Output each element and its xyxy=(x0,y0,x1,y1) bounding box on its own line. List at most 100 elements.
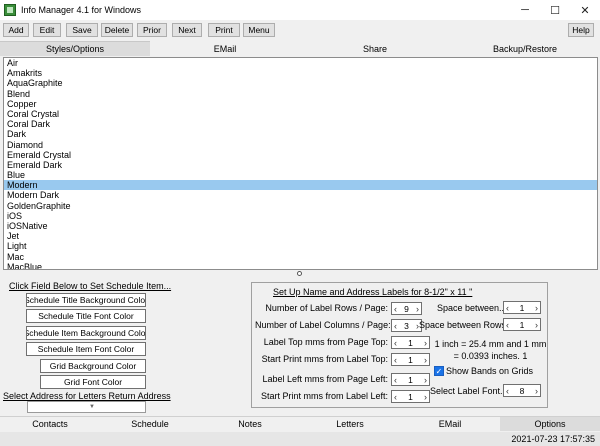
list-item[interactable]: MacBlue xyxy=(4,262,597,269)
tab-options[interactable]: Options xyxy=(500,417,600,431)
list-item[interactable]: Blue xyxy=(4,170,597,180)
label-font-label[interactable]: Select Label Font... xyxy=(430,386,508,396)
return-address-select[interactable]: ▼ xyxy=(27,401,146,413)
next-button[interactable]: Next xyxy=(172,23,202,37)
chevron-left-icon[interactable]: ‹ xyxy=(394,321,397,331)
main-tabs: Contacts Schedule Notes Letters EMail Op… xyxy=(0,416,600,431)
chevron-left-icon[interactable]: ‹ xyxy=(394,355,397,365)
chevron-right-icon[interactable]: › xyxy=(424,355,427,365)
tab-styles-options[interactable]: Styles/Options xyxy=(0,41,150,56)
window-title: Info Manager 4.1 for Windows xyxy=(21,5,142,15)
chevron-right-icon[interactable]: › xyxy=(416,304,419,314)
window-controls: ─ ☐ ✕ xyxy=(510,0,600,20)
schedule-item-font-color-button[interactable]: Schedule Item Font Color xyxy=(26,342,146,356)
tab-schedule[interactable]: Schedule xyxy=(100,417,200,431)
schedule-item-link[interactable]: Click Field Below to Set Schedule Item..… xyxy=(9,281,171,291)
prior-button[interactable]: Prior xyxy=(137,23,167,37)
status-datetime: 2021-07-23 17:57:35 xyxy=(511,434,595,444)
chevron-right-icon[interactable]: › xyxy=(424,375,427,385)
list-item[interactable]: Light xyxy=(4,241,597,251)
status-bar: 2021-07-23 17:57:35 xyxy=(0,432,600,446)
tab-notes[interactable]: Notes xyxy=(200,417,300,431)
tab-letters[interactable]: Letters xyxy=(300,417,400,431)
minimize-icon[interactable]: ─ xyxy=(510,0,540,20)
tab-share[interactable]: Share xyxy=(300,41,450,56)
list-item[interactable]: Emerald Crystal xyxy=(4,150,597,160)
list-item[interactable]: Coral Dark xyxy=(4,119,597,129)
schedule-item-bg-color-button[interactable]: Schedule Item Background Color xyxy=(26,326,146,340)
chevron-left-icon[interactable]: ‹ xyxy=(394,375,397,385)
list-item[interactable]: AquaGraphite xyxy=(4,78,597,88)
chevron-right-icon[interactable]: › xyxy=(535,320,538,330)
list-item[interactable]: Modern Dark xyxy=(4,190,597,200)
label-font-value: 8 xyxy=(519,385,525,396)
show-bands-checkbox[interactable]: ✓ xyxy=(434,366,444,376)
list-item[interactable]: iOS xyxy=(4,211,597,221)
space-rows-stepper[interactable]: ‹ 1 › xyxy=(503,318,541,331)
labels-setup-title[interactable]: Set Up Name and Address Labels for 8-1/2… xyxy=(273,287,472,297)
return-address-link[interactable]: Select Address for Letters Return Addres… xyxy=(3,391,171,401)
start-print-top-value: 1 xyxy=(408,354,413,365)
label-rows-label: Number of Label Rows / Page: xyxy=(265,303,388,313)
list-item-selected[interactable]: Modern xyxy=(4,180,597,191)
list-item[interactable]: Copper xyxy=(4,99,597,109)
print-button[interactable]: Print xyxy=(208,23,240,37)
maximize-icon[interactable]: ☐ xyxy=(540,0,570,20)
chevron-right-icon[interactable]: › xyxy=(535,386,538,396)
list-item[interactable]: Mac xyxy=(4,252,597,262)
chevron-left-icon[interactable]: ‹ xyxy=(506,320,509,330)
list-item[interactable]: Blend xyxy=(4,89,597,99)
chevron-left-icon[interactable]: ‹ xyxy=(394,392,397,402)
grid-font-color-button[interactable]: Grid Font Color xyxy=(40,375,146,389)
add-button[interactable]: Add xyxy=(3,23,29,37)
tab-email[interactable]: EMail xyxy=(400,417,500,431)
chevron-right-icon[interactable]: › xyxy=(424,338,427,348)
list-item[interactable]: Amakrits xyxy=(4,68,597,78)
tab-backup-restore[interactable]: Backup/Restore xyxy=(450,41,600,56)
splitter-handle[interactable] xyxy=(297,271,302,276)
list-item[interactable]: Dark xyxy=(4,129,597,139)
start-print-top-stepper[interactable]: ‹ 1 › xyxy=(391,353,430,366)
label-cols-label: Number of Label Columns / Page: xyxy=(255,320,391,330)
tab-email[interactable]: EMail xyxy=(150,41,300,56)
chevron-right-icon[interactable]: › xyxy=(535,303,538,313)
label-top-mm-stepper[interactable]: ‹ 1 › xyxy=(391,336,430,349)
list-item[interactable]: Coral Crystal xyxy=(4,109,597,119)
tab-contacts[interactable]: Contacts xyxy=(0,417,100,431)
schedule-title-font-color-button[interactable]: Schedule Title Font Color xyxy=(26,309,146,323)
delete-button[interactable]: Delete xyxy=(101,23,133,37)
label-left-mm-stepper[interactable]: ‹ 1 › xyxy=(391,373,430,386)
label-left-mm-label: Label Left mms from Page Left: xyxy=(262,374,388,384)
label-cols-stepper[interactable]: ‹ 3 › xyxy=(391,319,422,332)
chevron-left-icon[interactable]: ‹ xyxy=(394,338,397,348)
chevron-right-icon[interactable]: › xyxy=(424,392,427,402)
list-item[interactable]: Jet xyxy=(4,231,597,241)
label-font-stepper[interactable]: ‹ 8 › xyxy=(503,384,541,397)
grid-bg-color-button[interactable]: Grid Background Color xyxy=(40,359,146,373)
list-item[interactable]: iOSNative xyxy=(4,221,597,231)
list-item[interactable]: Emerald Dark xyxy=(4,160,597,170)
save-button[interactable]: Save xyxy=(66,23,98,37)
space-between-stepper[interactable]: ‹ 1 › xyxy=(503,301,541,314)
app-icon xyxy=(4,4,16,16)
list-item[interactable]: GoldenGraphite xyxy=(4,201,597,211)
help-button[interactable]: Help xyxy=(568,23,594,37)
space-between-value: 1 xyxy=(519,302,525,313)
space-rows-label: Space between Rows: xyxy=(419,320,509,330)
styles-listbox[interactable]: Air Amakrits AquaGraphite Blend Copper C… xyxy=(3,57,598,270)
show-bands-label[interactable]: Show Bands on Grids xyxy=(446,366,533,376)
chevron-left-icon[interactable]: ‹ xyxy=(506,386,509,396)
list-item[interactable]: Diamond xyxy=(4,140,597,150)
start-print-left-stepper[interactable]: ‹ 1 › xyxy=(391,390,430,403)
list-item[interactable]: Air xyxy=(4,58,597,68)
edit-button[interactable]: Edit xyxy=(33,23,61,37)
label-top-mm-label: Label Top mms from Page Top: xyxy=(263,337,388,347)
label-rows-stepper[interactable]: ‹ 9 › xyxy=(391,302,422,315)
toolbar: Add Edit Save Delete Prior Next Print Me… xyxy=(0,20,600,40)
schedule-title-bg-color-button[interactable]: Schedule Title Background Color xyxy=(26,293,146,307)
chevron-down-icon: ▼ xyxy=(89,404,95,410)
close-icon[interactable]: ✕ xyxy=(570,0,600,20)
chevron-left-icon[interactable]: ‹ xyxy=(506,303,509,313)
menu-button[interactable]: Menu xyxy=(243,23,275,37)
chevron-left-icon[interactable]: ‹ xyxy=(394,304,397,314)
